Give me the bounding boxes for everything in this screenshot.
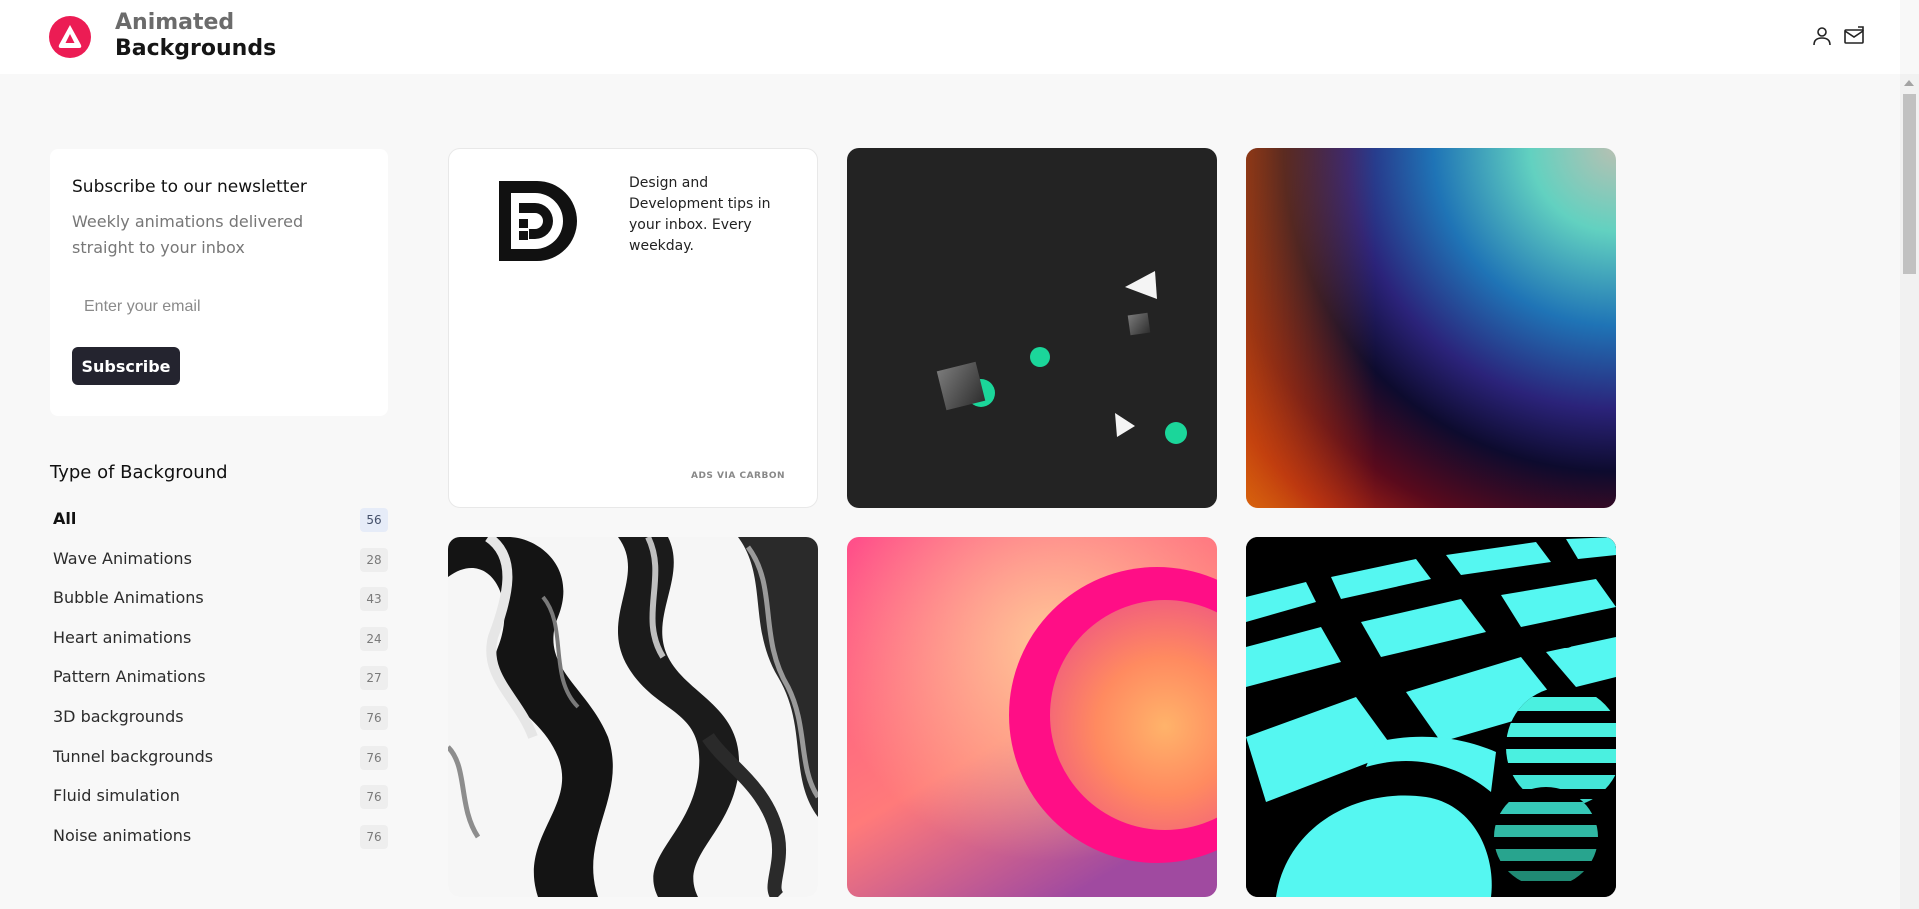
filter-label: All: [53, 509, 77, 528]
filter-item-pattern-animations[interactable]: Pattern Animations 27: [50, 658, 388, 698]
newsletter-title: Subscribe to our newsletter: [72, 177, 307, 197]
filter-count-badge: 56: [360, 508, 388, 532]
gradient-rainbow-animation-preview: [1246, 148, 1616, 508]
scroll-up-arrow-icon[interactable]: [1904, 80, 1914, 86]
filter-label: Pattern Animations: [53, 667, 206, 687]
gallery-card-pink-ring[interactable]: [847, 537, 1217, 897]
filter-count-badge: 76: [360, 824, 388, 849]
brand-title[interactable]: Animated Backgrounds: [115, 10, 276, 62]
filter-list: All 56 Wave Animations 28 Bubble Animati…: [50, 500, 388, 856]
gallery-card-checker-sphere[interactable]: [1246, 537, 1616, 897]
filter-label: Fluid simulation: [53, 786, 180, 806]
filter-item-all[interactable]: All 56: [50, 500, 388, 540]
filter-item-3d-backgrounds[interactable]: 3D backgrounds 76: [50, 698, 388, 738]
filter-label: 3D backgrounds: [53, 706, 184, 726]
top-bar: Animated Backgrounds: [0, 0, 1900, 74]
filter-count-badge: 76: [360, 785, 388, 810]
gallery-card-rainbow-gradient[interactable]: [1246, 148, 1616, 508]
filter-title: Type of Background: [50, 462, 228, 483]
gallery-card-liquid-marble[interactable]: [448, 537, 818, 897]
user-icon[interactable]: [1810, 24, 1834, 48]
ad-text: Design and Development tips in your inbo…: [629, 175, 771, 254]
filter-label: Bubble Animations: [53, 588, 204, 608]
checker-sphere-animation-preview: [1246, 537, 1616, 897]
ads-via-carbon-link[interactable]: ADS VIA CARBON: [691, 471, 785, 481]
filter-count-badge: 43: [360, 587, 388, 612]
filter-count-badge: 76: [360, 705, 388, 730]
brand-line-2: Backgrounds: [115, 36, 277, 61]
gallery-card-dark-shapes[interactable]: [847, 148, 1217, 508]
ad-card[interactable]: Design and Development tips in your inbo…: [448, 148, 818, 508]
filter-label: Noise animations: [53, 825, 192, 845]
brand-line-1: Animated: [115, 10, 235, 35]
filter-count-badge: 28: [360, 547, 388, 572]
page-scrollbar[interactable]: [1900, 74, 1919, 909]
filter-count-badge: 76: [360, 745, 388, 770]
filter-count-badge: 24: [360, 626, 388, 651]
filter-label: Heart animations: [53, 627, 192, 647]
filter-item-bubble-animations[interactable]: Bubble Animations 43: [50, 579, 388, 619]
newsletter-subtitle: Weekly animations delivered straight to …: [72, 212, 304, 257]
pink-ring-animation-preview: [847, 537, 1217, 897]
filter-label: Tunnel backgrounds: [53, 746, 214, 766]
filter-item-tunnel-backgrounds[interactable]: Tunnel backgrounds 76: [50, 738, 388, 778]
filter-item-wave-animations[interactable]: Wave Animations 28: [50, 540, 388, 580]
dark-shapes-animation-preview: [936, 271, 1187, 444]
filter-item-noise-animations[interactable]: Noise animations 76: [50, 817, 388, 857]
dd-logo-icon[interactable]: [497, 179, 583, 263]
logo-icon[interactable]: [49, 16, 91, 58]
subscribe-button[interactable]: Subscribe: [72, 347, 180, 385]
scroll-thumb[interactable]: [1903, 94, 1916, 274]
email-input[interactable]: [72, 287, 362, 327]
filter-item-fluid-simulation[interactable]: Fluid simulation 76: [50, 777, 388, 817]
filter-label: Wave Animations: [53, 548, 192, 568]
liquid-marble-animation-preview: [448, 537, 818, 897]
filter-item-heart-animations[interactable]: Heart animations 24: [50, 619, 388, 659]
filter-count-badge: 27: [360, 666, 388, 691]
mail-icon[interactable]: [1842, 24, 1866, 48]
newsletter-card: Subscribe to our newsletter Weekly anima…: [50, 149, 388, 416]
